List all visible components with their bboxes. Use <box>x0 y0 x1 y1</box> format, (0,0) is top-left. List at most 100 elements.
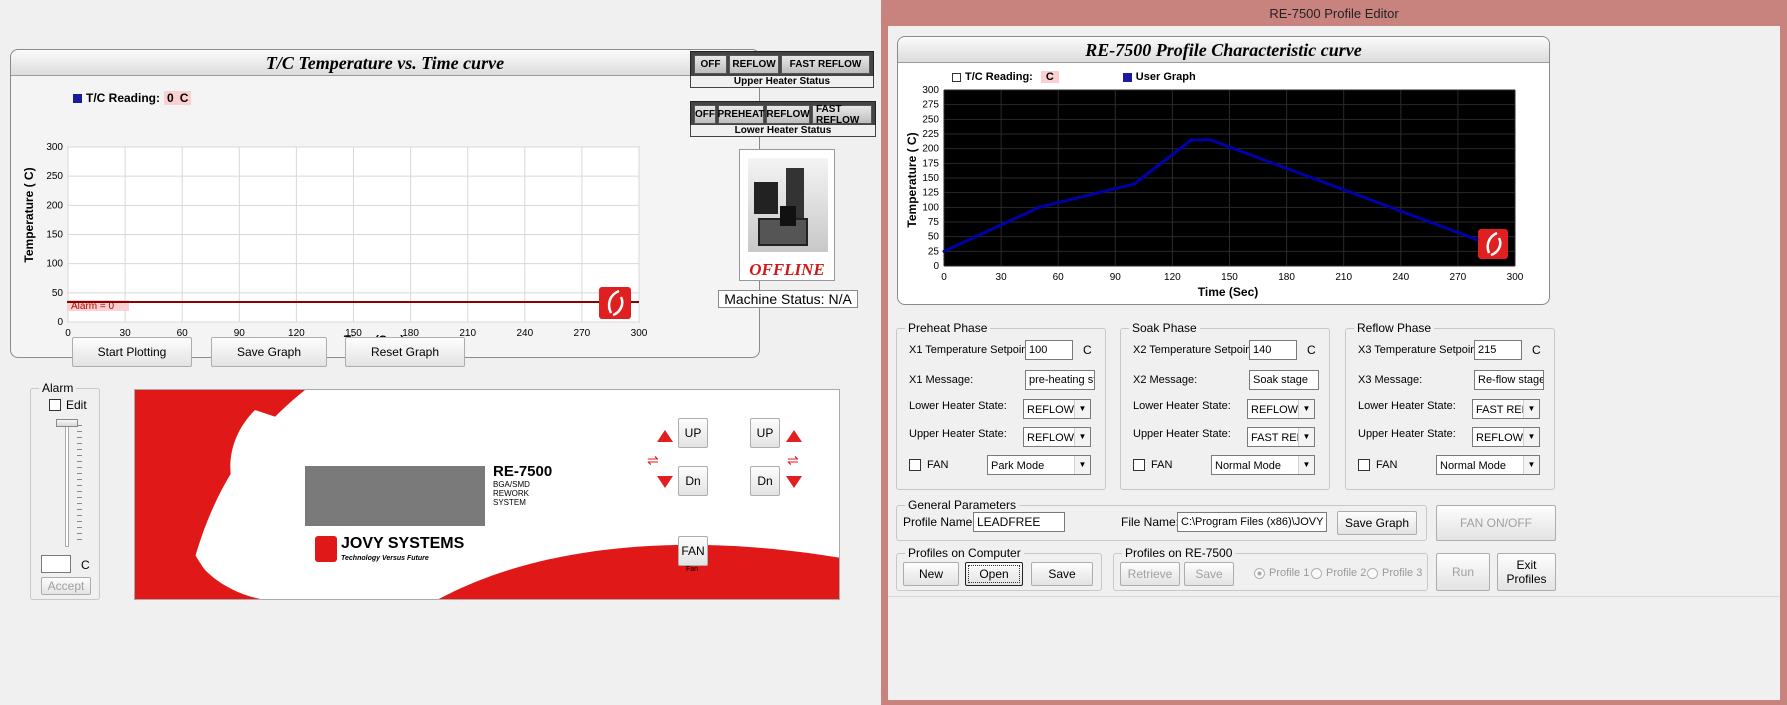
message-field[interactable]: Soak stage <box>1249 370 1319 390</box>
editor-logo-icon <box>1478 229 1508 259</box>
upper-heater-select[interactable]: FAST REFL ▼ <box>1247 427 1315 447</box>
setpoint-unit: C <box>1532 343 1541 357</box>
alarm-edit-checkbox[interactable] <box>49 399 61 411</box>
tc-chart-svg: 0 30 60 90 120 150 180 210 240 270 300050100150200… <box>22 142 648 347</box>
profile-ytick: 200 <box>922 144 939 155</box>
fan-checkbox[interactable] <box>1133 459 1145 471</box>
lower-preheat-button[interactable]: PREHEAT <box>717 105 765 124</box>
upper-heater-select[interactable]: REFLOW ▼ <box>1472 427 1540 447</box>
phase-title: Soak Phase <box>1129 321 1200 335</box>
right-dn-button[interactable]: Dn <box>750 466 780 496</box>
profile3-radio[interactable] <box>1367 568 1378 579</box>
profile-ytick: 225 <box>922 129 939 140</box>
profile-chart-panel: RE-7500 Profile Characteristic curve T/C… <box>897 36 1550 305</box>
chevron-down-icon: ▼ <box>1298 400 1314 418</box>
soak-phase-group: Soak Phase X2 Temperature Setpoint: 140 C X2… <box>1120 321 1330 490</box>
tc-ylabel: Temperature ( C) <box>22 167 36 262</box>
message-field[interactable]: Re-flow stage <box>1474 370 1544 390</box>
tc-xtick: 240 <box>516 328 533 339</box>
tc-ytick: 50 <box>52 288 64 299</box>
chevron-down-icon: ▼ <box>1074 400 1090 418</box>
tc-legend-box <box>952 72 961 82</box>
start-plotting-button[interactable]: Start Plotting <box>72 337 192 367</box>
upper-reflow-button[interactable]: REFLOW <box>729 55 779 74</box>
brand-name: JOVY SYSTEMS <box>341 535 465 552</box>
upper-fast-reflow-button[interactable]: FAST REFLOW <box>781 55 870 74</box>
alarm-group: Alarm Edit C Accept <box>30 381 100 600</box>
fan-mode-select[interactable]: Park Mode ▼ <box>987 455 1091 475</box>
left-dn-button[interactable]: Dn <box>678 466 708 496</box>
tc-chart-panel: T/C Temperature vs. Time curve T/C Readi… <box>10 49 760 358</box>
profile2-label: Profile 2 <box>1326 567 1367 579</box>
phase-title: Reflow Phase <box>1354 321 1435 335</box>
profile-name-label: Profile Name: <box>903 515 976 529</box>
reset-graph-button[interactable]: Reset Graph <box>345 337 465 367</box>
setpoint-field[interactable]: 140 <box>1249 340 1297 360</box>
setpoint-field[interactable]: 215 <box>1474 340 1522 360</box>
device-save-button[interactable]: Save <box>1184 562 1234 586</box>
status-bar <box>888 596 1780 698</box>
machine-image: OFFLINE <box>739 149 835 281</box>
fan-checkbox[interactable] <box>909 459 921 471</box>
upper-heater-select[interactable]: REFLOW ▼ <box>1023 427 1091 447</box>
general-title: General Parameters <box>905 498 1020 512</box>
alarm-edit-label: Edit <box>66 398 87 412</box>
right-up-button[interactable]: UP <box>750 418 780 448</box>
chevron-down-icon: ▼ <box>1523 456 1539 474</box>
upper-heater-status: OFF REFLOW FAST REFLOW <box>690 51 874 77</box>
editor-window-title: RE-7500 Profile Editor <box>1269 6 1399 21</box>
save-profile-button[interactable]: Save <box>1031 562 1093 586</box>
alarm-slider-thumb[interactable] <box>56 419 78 427</box>
device-fan-button[interactable]: FAN <box>678 536 708 566</box>
right-heat-icon: ⇌ <box>787 452 799 468</box>
retrieve-button[interactable]: Retrieve <box>1120 562 1180 586</box>
lower-fast-reflow-button[interactable]: FAST REFLOW <box>812 104 872 126</box>
profile-ytick: 250 <box>922 114 939 125</box>
alarm-accept-button[interactable]: Accept <box>41 577 91 595</box>
file-name-field[interactable]: C:\Program Files (x86)\JOVY Syste <box>1177 512 1327 532</box>
open-profile-button[interactable]: Open <box>965 562 1023 586</box>
lower-off-button[interactable]: OFF <box>694 105 716 124</box>
profile1-radio[interactable] <box>1254 568 1265 579</box>
fan-mode-select[interactable]: Normal Mode ▼ <box>1436 455 1540 475</box>
tc-legend-unit: C <box>1040 71 1059 83</box>
lower-reflow-button[interactable]: REFLOW <box>766 105 810 124</box>
profile2-radio[interactable] <box>1311 568 1322 579</box>
setpoint-unit: C <box>1083 343 1092 357</box>
setpoint-field[interactable]: 100 <box>1025 340 1073 360</box>
profile-ylabel: Temperature ( C) <box>905 132 919 227</box>
editor-save-graph-button[interactable]: Save Graph <box>1337 511 1417 535</box>
fan-mode-select[interactable]: Normal Mode ▼ <box>1211 455 1315 475</box>
exit-profiles-button[interactable]: Exit Profiles <box>1497 553 1556 591</box>
phase-title: Preheat Phase <box>905 321 991 335</box>
user-graph-point <box>1208 138 1212 142</box>
fan-label: FAN <box>1376 459 1398 471</box>
profile-xtick: 240 <box>1392 272 1409 283</box>
chevron-down-icon: ▼ <box>1298 456 1314 474</box>
alarm-value-field[interactable] <box>41 555 71 573</box>
profile-name-field[interactable]: LEADFREE <box>973 512 1065 532</box>
lower-heater-status: OFF PREHEAT REFLOW FAST REFLOW <box>690 101 876 127</box>
profile-xtick: 180 <box>1278 272 1295 283</box>
upper-off-button[interactable]: OFF <box>694 55 727 74</box>
device-fan-label: Fan <box>686 566 699 573</box>
message-field-label: X3 Message: <box>1358 374 1423 386</box>
lower-heater-select[interactable]: REFLOW ▼ <box>1247 399 1315 419</box>
profile-ytick: 300 <box>922 85 939 96</box>
setpoint-field-label: X3 Temperature Setpoint: <box>1358 344 1483 356</box>
fan-onoff-button[interactable]: FAN ON/OFF <box>1436 505 1556 541</box>
file-name-label: File Name: <box>1121 515 1180 529</box>
message-field-label: X1 Message: <box>909 374 974 386</box>
lower-heater-select[interactable]: REFLOW ▼ <box>1023 399 1091 419</box>
alarm-unit-label: C <box>81 558 90 572</box>
new-profile-button[interactable]: New <box>903 562 959 586</box>
lower-heater-select[interactable]: FAST REFL ▼ <box>1472 399 1540 419</box>
profile-ytick: 175 <box>922 158 939 169</box>
run-button[interactable]: Run <box>1436 553 1490 591</box>
save-graph-button[interactable]: Save Graph <box>211 337 327 367</box>
alarm-slider-track[interactable] <box>65 425 69 547</box>
message-field[interactable]: pre-heating stag <box>1025 370 1095 390</box>
fan-checkbox[interactable] <box>1358 459 1370 471</box>
left-up-button[interactable]: UP <box>678 418 708 448</box>
upper-heater-select-label: Upper Heater State: <box>909 428 1007 440</box>
